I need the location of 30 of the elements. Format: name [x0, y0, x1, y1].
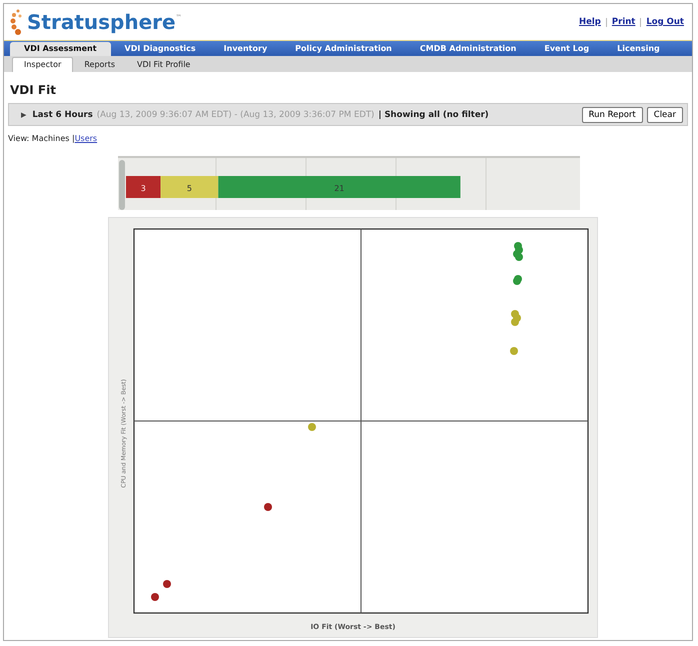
nav-tab[interactable]: Event Log — [530, 42, 604, 56]
bar-value-label: 5 — [186, 184, 192, 193]
bar-value-label: 21 — [334, 184, 344, 193]
bar-value-label: 3 — [140, 184, 146, 193]
logo-text: Stratusphere — [27, 10, 176, 34]
header-link[interactable]: Help — [579, 17, 601, 27]
nav-tab[interactable]: CMDB Administration — [406, 42, 530, 56]
data-point — [308, 423, 316, 431]
data-point — [510, 347, 518, 355]
page-title: VDI Fit — [9, 82, 57, 99]
header-link[interactable]: Log Out — [646, 17, 684, 27]
time-span-text: (Aug 13, 2009 9:36:07 AM EDT) - (Aug 13, 2009 3:36:07 PM EDT) — [96, 110, 374, 120]
header-link[interactable]: Print — [612, 17, 636, 27]
data-point — [264, 503, 272, 511]
view-label: View: Machines | — [8, 134, 75, 143]
nav-tab[interactable]: Policy Administration — [281, 42, 406, 56]
sub-tab[interactable]: Reports — [73, 58, 126, 72]
nav-tab[interactable]: VDI Assessment — [10, 42, 111, 56]
toolbar-button[interactable]: Clear — [646, 106, 683, 122]
nav-tab[interactable]: VDI Diagnostics — [110, 42, 210, 56]
sub-tab[interactable]: Inspector — [12, 57, 74, 72]
data-point — [163, 580, 171, 588]
nav-tab[interactable]: Inventory — [210, 42, 282, 56]
time-range-label: Last 6 Hours — [32, 110, 93, 120]
sub-tab[interactable]: VDI Fit Profile — [126, 58, 202, 72]
data-point — [151, 593, 159, 601]
filter-status-text: | Showing all (no filter) — [378, 110, 489, 120]
users-link[interactable]: Users — [74, 134, 98, 143]
nav-tab[interactable]: Licensing — [603, 42, 674, 56]
toolbar-button[interactable]: Run Report — [582, 106, 643, 122]
